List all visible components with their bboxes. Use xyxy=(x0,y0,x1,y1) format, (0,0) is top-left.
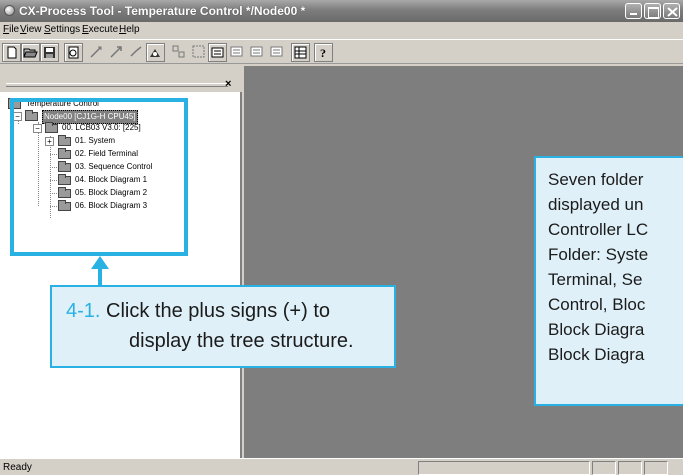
save-button[interactable] xyxy=(40,43,59,62)
menu-execute[interactable]: Execute xyxy=(82,24,118,35)
block-list-button[interactable] xyxy=(208,43,227,62)
print-preview-icon xyxy=(68,46,79,59)
menu-view[interactable]: View xyxy=(20,24,42,35)
callout-text: Seven folder xyxy=(548,170,644,189)
table-button[interactable] xyxy=(291,43,310,62)
table-icon xyxy=(294,46,307,59)
print-preview-button[interactable] xyxy=(64,43,83,62)
app-icon[interactable] xyxy=(4,5,15,16)
ungroup-button[interactable] xyxy=(190,43,209,62)
help-button[interactable]: ? xyxy=(314,43,333,62)
status-text: Ready xyxy=(3,462,32,473)
group-icon xyxy=(172,45,185,58)
open-icon xyxy=(23,48,38,58)
toolbar: ? xyxy=(0,39,683,64)
callout-arrow-line xyxy=(98,268,102,286)
status-panel xyxy=(644,461,668,475)
sequence-button[interactable] xyxy=(268,43,287,62)
connect-icon xyxy=(250,46,263,57)
callout-folder-description: Seven folder displayed un Controller LC … xyxy=(534,156,683,406)
callout-text: Terminal, Se xyxy=(548,270,643,289)
callout-text: Control, Bloc xyxy=(548,295,646,314)
menu-file[interactable]: File xyxy=(3,24,19,35)
close-button[interactable] xyxy=(663,3,680,19)
callout-text: display the tree structure. xyxy=(129,330,354,352)
group-button[interactable] xyxy=(170,43,189,62)
menu-settings[interactable]: Settings xyxy=(44,24,80,35)
callout-line: 4-1. Click the plus signs (+) to xyxy=(66,297,330,326)
minimize-button[interactable] xyxy=(625,3,642,19)
callout-text: Controller LC xyxy=(548,220,649,239)
application-window: CX-Process Tool - Temperature Control */… xyxy=(0,0,683,475)
help-icon: ? xyxy=(320,46,326,60)
new-button[interactable] xyxy=(2,43,21,62)
status-panel xyxy=(592,461,616,475)
title-bar[interactable]: CX-Process Tool - Temperature Control */… xyxy=(0,0,683,22)
maximize-button[interactable] xyxy=(644,3,661,19)
tree-highlight-box xyxy=(10,98,188,256)
step-icon xyxy=(230,46,243,57)
save-icon xyxy=(44,47,55,58)
callout-text: Folder: Syste xyxy=(548,245,649,264)
menu-help[interactable]: Help xyxy=(119,24,140,35)
close-icon xyxy=(667,7,678,17)
pane-drag-handle[interactable] xyxy=(6,83,228,87)
connect-button[interactable] xyxy=(248,43,267,62)
status-bar: Ready xyxy=(0,458,683,475)
block-list-icon xyxy=(211,47,224,58)
menu-bar: File View Settings Execute Help xyxy=(0,22,683,39)
callout-text: Block Diagra xyxy=(548,320,645,339)
new-icon xyxy=(7,46,17,59)
wire-arrow-button[interactable] xyxy=(108,43,127,62)
ungroup-icon xyxy=(192,45,205,58)
wire-arrow-icon xyxy=(110,46,122,58)
wire-path-button[interactable] xyxy=(128,43,147,62)
callout-text: Block Diagra xyxy=(548,345,645,364)
window-title: CX-Process Tool - Temperature Control */… xyxy=(19,4,306,18)
status-panel xyxy=(618,461,642,475)
callout-text: Click the plus signs (+) to xyxy=(106,300,331,322)
pane-close-icon[interactable]: × xyxy=(225,78,231,90)
pane-header: × xyxy=(0,66,242,92)
wire-icon xyxy=(90,46,102,58)
callout-step-number: 4-1. xyxy=(66,300,101,322)
function-block-button[interactable] xyxy=(146,43,165,62)
step-button[interactable] xyxy=(228,43,247,62)
status-panel xyxy=(418,461,590,475)
function-block-icon xyxy=(150,49,160,57)
open-button[interactable] xyxy=(21,43,40,62)
callout-text: displayed un xyxy=(548,195,644,214)
wire-button[interactable] xyxy=(88,43,107,62)
sequence-icon xyxy=(270,46,283,57)
callout-expand-instructions: 4-1. Click the plus signs (+) to display… xyxy=(50,285,396,368)
wire-path-icon xyxy=(130,46,142,57)
svg-text:?: ? xyxy=(320,46,326,60)
